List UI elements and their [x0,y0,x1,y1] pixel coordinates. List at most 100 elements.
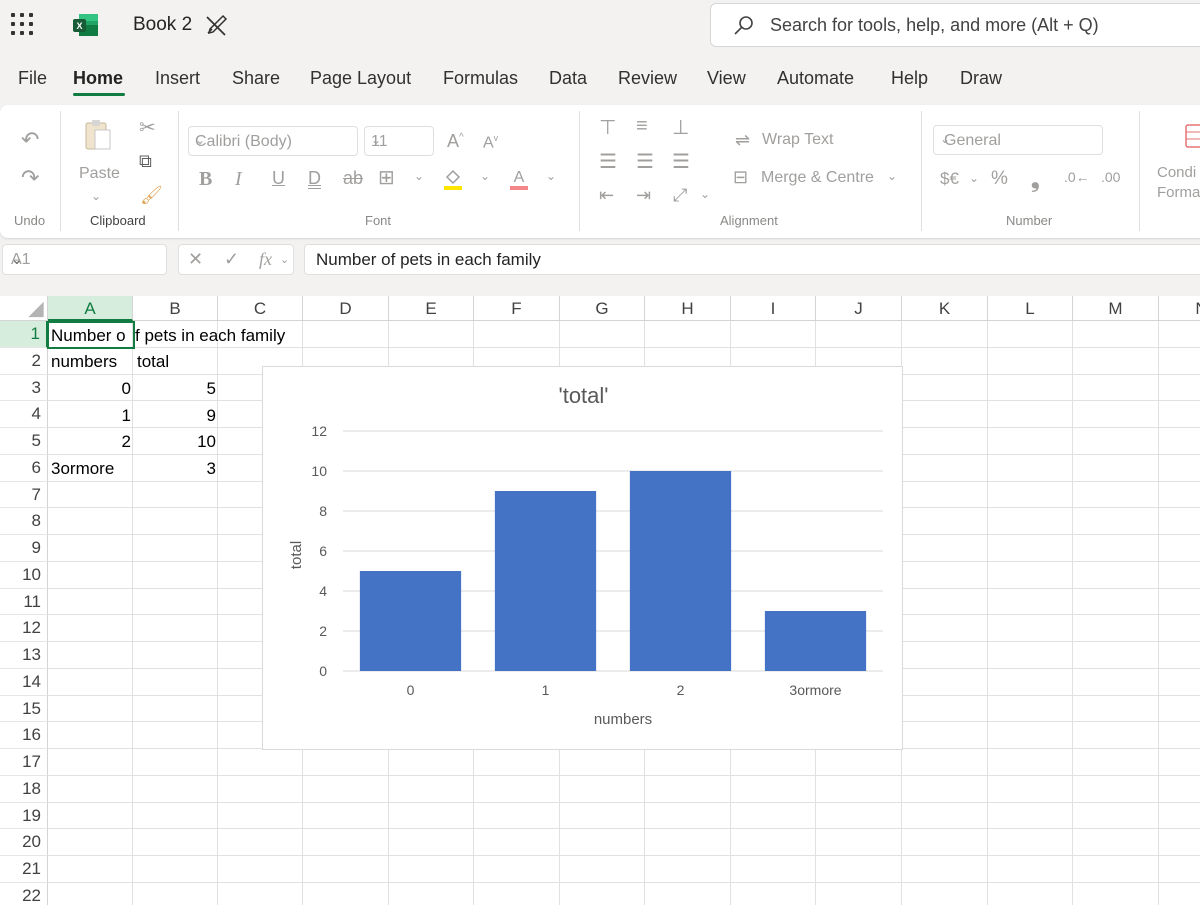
chevron-down-icon[interactable]: ⌄ [480,169,490,183]
row-header-9[interactable]: 9 [0,535,48,562]
tab-automate[interactable]: Automate [777,68,854,89]
column-header-k[interactable]: K [902,296,988,321]
column-header-g[interactable]: G [560,296,645,321]
cell-b6[interactable]: 3 [135,456,216,482]
tools-crossed-icon[interactable] [202,12,230,40]
row-header-12[interactable]: 12 [0,615,48,643]
chevron-down-icon[interactable]: ⌄ [280,253,289,266]
cell-b3[interactable]: 5 [135,376,216,402]
font-size-dropdown[interactable]: 11 ⌄ [364,126,434,156]
double-underline-icon[interactable]: D [308,168,321,189]
tab-view[interactable]: View [707,68,746,89]
cancel-icon[interactable]: ✕ [188,249,203,270]
comma-style-icon[interactable]: ❟ [1031,167,1040,193]
formula-input[interactable]: Number of pets in each family [304,244,1200,275]
undo-icon[interactable]: ↶ [21,127,39,153]
align-left-icon[interactable]: ☰ [599,149,617,174]
row-header-8[interactable]: 8 [0,508,48,536]
row-header-21[interactable]: 21 [0,856,48,883]
enter-icon[interactable]: ✓ [224,249,239,270]
number-format-dropdown[interactable]: General ⌄ [933,125,1103,155]
orientation-icon[interactable]: ⤢ [673,185,687,206]
align-top-icon[interactable]: ⊤ [599,115,616,140]
column-header-b[interactable]: B [133,296,218,321]
chevron-down-icon[interactable]: ⌄ [700,187,710,201]
tab-help[interactable]: Help [891,68,928,89]
chevron-down-icon[interactable]: ⌄ [546,169,556,183]
paste-icon[interactable] [84,119,112,151]
bold-icon[interactable]: B [199,168,212,191]
row-header-17[interactable]: 17 [0,749,48,776]
merge-centre-button[interactable]: Merge & Centre [761,169,874,187]
tab-file[interactable]: File [18,68,47,89]
cell-a5[interactable]: 2 [49,429,131,455]
row-header-4[interactable]: 4 [0,401,48,429]
tab-review[interactable]: Review [618,68,677,89]
cell-b5[interactable]: 10 [135,429,216,455]
tab-formulas[interactable]: Formulas [443,68,518,89]
align-right-icon[interactable]: ☰ [672,149,690,174]
column-header-e[interactable]: E [389,296,474,321]
row-header-20[interactable]: 20 [0,829,48,857]
cell-a2[interactable]: numbers [51,349,117,375]
insert-function-icon[interactable]: fx [259,249,272,270]
align-middle-icon[interactable]: ≡ [636,115,648,138]
app-launcher-icon[interactable] [11,13,35,37]
column-header-n[interactable]: N [1159,296,1200,321]
row-header-15[interactable]: 15 [0,695,48,723]
row-header-18[interactable]: 18 [0,775,48,803]
tab-data[interactable]: Data [549,68,587,89]
row-header-22[interactable]: 22 [0,882,48,905]
row-header-10[interactable]: 10 [0,561,48,589]
row-header-3[interactable]: 3 [0,374,48,402]
row-header-14[interactable]: 14 [0,668,48,696]
cell-a6[interactable]: 3ormore [51,456,114,482]
bar-chart[interactable]: 'total' 0 2 4 6 8 10 12 0 1 2 3ormore numbers total [262,366,903,750]
tab-page-layout[interactable]: Page Layout [310,68,411,89]
tab-home[interactable]: Home [73,68,123,89]
column-header-d[interactable]: D [303,296,389,321]
currency-icon[interactable]: $€ [940,169,959,189]
increase-indent-icon[interactable]: ⇥ [636,185,651,206]
align-bottom-icon[interactable]: ⊥ [672,115,689,140]
conditional-formatting-icon[interactable] [1184,123,1200,149]
document-title[interactable]: Book 2 [133,14,192,36]
align-center-icon[interactable]: ☰ [636,149,654,174]
select-all-corner[interactable] [0,296,48,321]
column-header-j[interactable]: J [816,296,902,321]
cell-a3[interactable]: 0 [49,376,131,402]
fill-color-icon[interactable] [443,167,463,191]
increase-font-icon[interactable]: A^ [447,131,464,152]
font-name-dropdown[interactable]: Calibri (Body) ⌄ [188,126,358,156]
cell-a4[interactable]: 1 [49,403,131,429]
row-header-2[interactable]: 2 [0,347,48,375]
cell-b4[interactable]: 9 [135,403,216,429]
tab-share[interactable]: Share [232,68,280,89]
increase-decimal-icon[interactable]: .0← [1064,169,1090,185]
redo-icon[interactable]: ↷ [21,165,39,191]
column-header-i[interactable]: I [731,296,816,321]
tab-insert[interactable]: Insert [155,68,200,89]
chevron-down-icon[interactable]: ⌄ [969,171,979,185]
column-header-l[interactable]: L [988,296,1073,321]
cell-b2[interactable]: total [137,349,169,375]
column-header-h[interactable]: H [645,296,731,321]
decrease-decimal-icon[interactable]: .00 [1101,169,1120,185]
chevron-down-icon[interactable]: ⌄ [414,169,424,183]
paste-label[interactable]: Paste [79,165,120,183]
borders-icon[interactable]: ⊞ [378,165,395,190]
search-box[interactable]: Search for tools, help, and more (Alt + … [710,3,1200,47]
row-header-13[interactable]: 13 [0,642,48,669]
decrease-font-icon[interactable]: Av [483,133,498,152]
row-header-16[interactable]: 16 [0,722,48,750]
cut-icon[interactable]: ✂ [139,115,156,140]
column-header-m[interactable]: M [1073,296,1159,321]
row-header-5[interactable]: 5 [0,428,48,455]
copy-icon[interactable]: ⧉ [139,151,152,172]
row-header-19[interactable]: 19 [0,802,48,830]
column-header-a[interactable]: A [48,296,133,321]
font-color-icon[interactable]: A [509,167,529,191]
format-painter-icon[interactable]: 🖌 [140,185,163,206]
underline-icon[interactable]: U [272,168,285,189]
percent-icon[interactable]: % [991,168,1008,190]
